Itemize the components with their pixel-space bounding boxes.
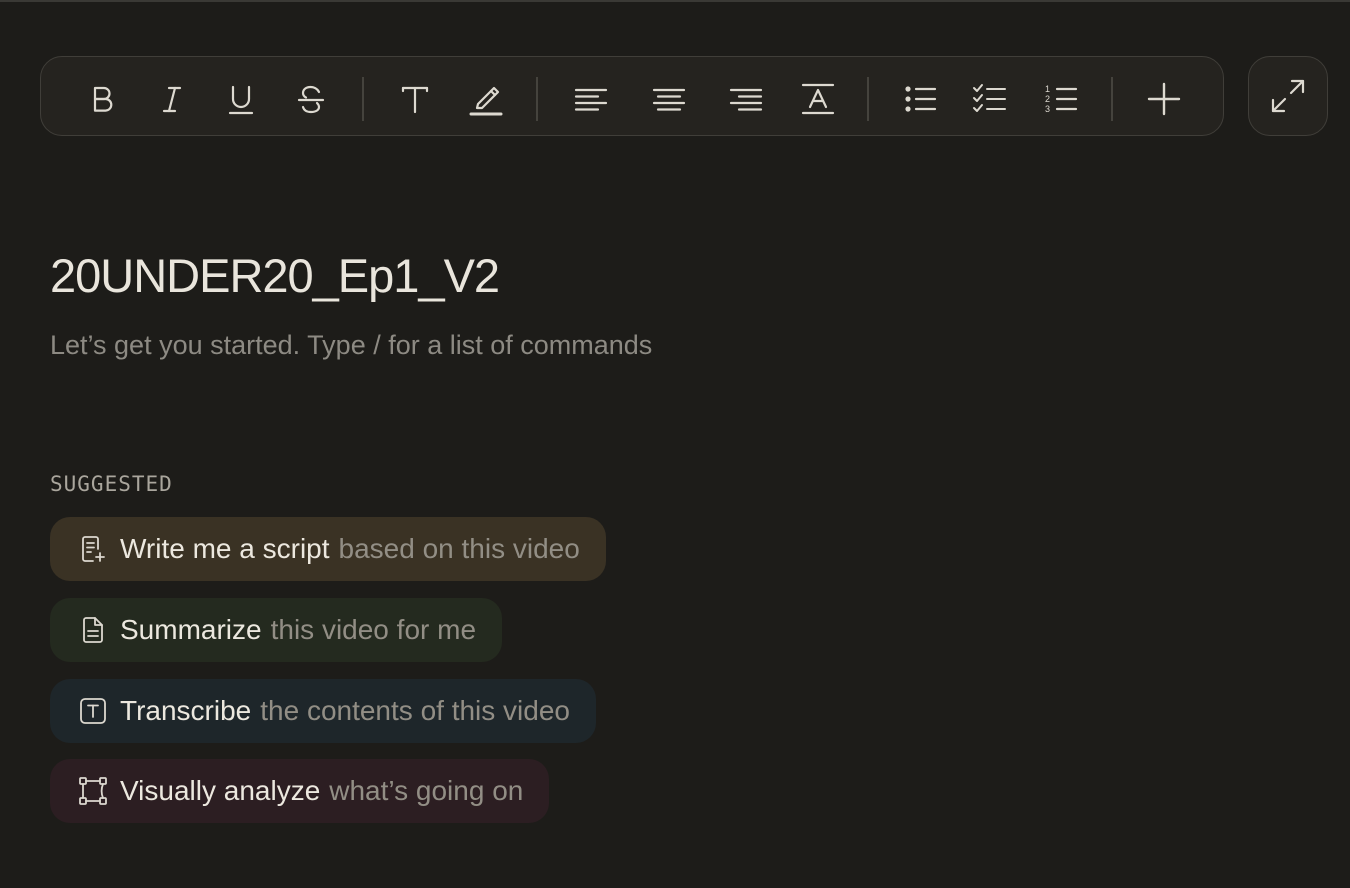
svg-text:1: 1 [1045,84,1050,94]
text-color-button[interactable] [796,77,840,121]
strikethrough-button[interactable] [289,77,333,121]
highlight-icon [469,86,503,116]
text-style-button[interactable] [393,77,437,121]
suggestion-transcribe[interactable]: Transcribe the contents of this video [50,679,596,743]
document-title[interactable]: 20UNDER20_Ep1_V2 [50,248,500,303]
analyze-icon [79,777,107,805]
plus-icon [1147,82,1181,116]
bullet-list-icon [905,86,937,112]
suggestion-summarize[interactable]: Summarize this video for me [50,598,503,662]
text-color-icon [801,83,835,115]
suggestion-action: Transcribe [120,695,252,726]
suggestion-detail: based on this video [338,533,580,564]
suggestion-visually-analyze[interactable]: Visually analyze what’s going on [50,759,550,823]
bullet-list-button[interactable] [898,77,942,121]
numbered-list-icon: 1 2 3 [1045,84,1078,114]
numbered-list-button[interactable]: 1 2 3 [1039,77,1083,121]
svg-text:2: 2 [1045,94,1050,104]
suggested-heading: SUGGESTED [50,472,173,496]
suggestion-action: Write me a script [120,533,330,564]
italic-icon [162,86,182,113]
highlight-button[interactable] [464,77,508,121]
script-icon [82,536,105,562]
text-style-icon [401,86,429,114]
align-center-icon [652,88,686,111]
suggestion-detail: this video for me [270,614,477,645]
align-right-icon [729,88,763,111]
expand-icon [1271,79,1305,113]
bold-icon [93,86,113,112]
underline-icon [228,85,254,115]
suggestion-detail: the contents of this video [260,695,570,726]
align-left-button[interactable] [569,77,613,121]
toolbar-divider [536,77,538,121]
align-left-icon [574,88,608,111]
checklist-button[interactable] [968,77,1012,121]
transcribe-icon [80,698,106,724]
suggestion-write-script[interactable]: Write me a script based on this video [50,517,606,581]
svg-text:3: 3 [1045,104,1050,114]
formatting-toolbar: 1 2 3 [40,56,1224,136]
suggestion-detail: what’s going on [329,775,524,806]
align-right-button[interactable] [724,77,768,121]
expand-button[interactable] [1248,56,1328,136]
align-center-button[interactable] [647,77,691,121]
suggestion-action: Visually analyze [120,775,321,806]
underline-button[interactable] [219,77,263,121]
strikethrough-icon [297,85,325,114]
document-icon [83,617,103,643]
editor-placeholder[interactable]: Let’s get you started. Type / for a list… [50,330,652,361]
bold-button[interactable] [80,77,124,121]
toolbar-divider [1111,77,1113,121]
toolbar-divider [867,77,869,121]
italic-button[interactable] [150,77,194,121]
checklist-icon [973,84,1006,112]
insert-button[interactable] [1142,77,1186,121]
toolbar-divider [362,77,364,121]
window-top-border [0,0,1350,2]
suggestion-action: Summarize [120,614,262,645]
